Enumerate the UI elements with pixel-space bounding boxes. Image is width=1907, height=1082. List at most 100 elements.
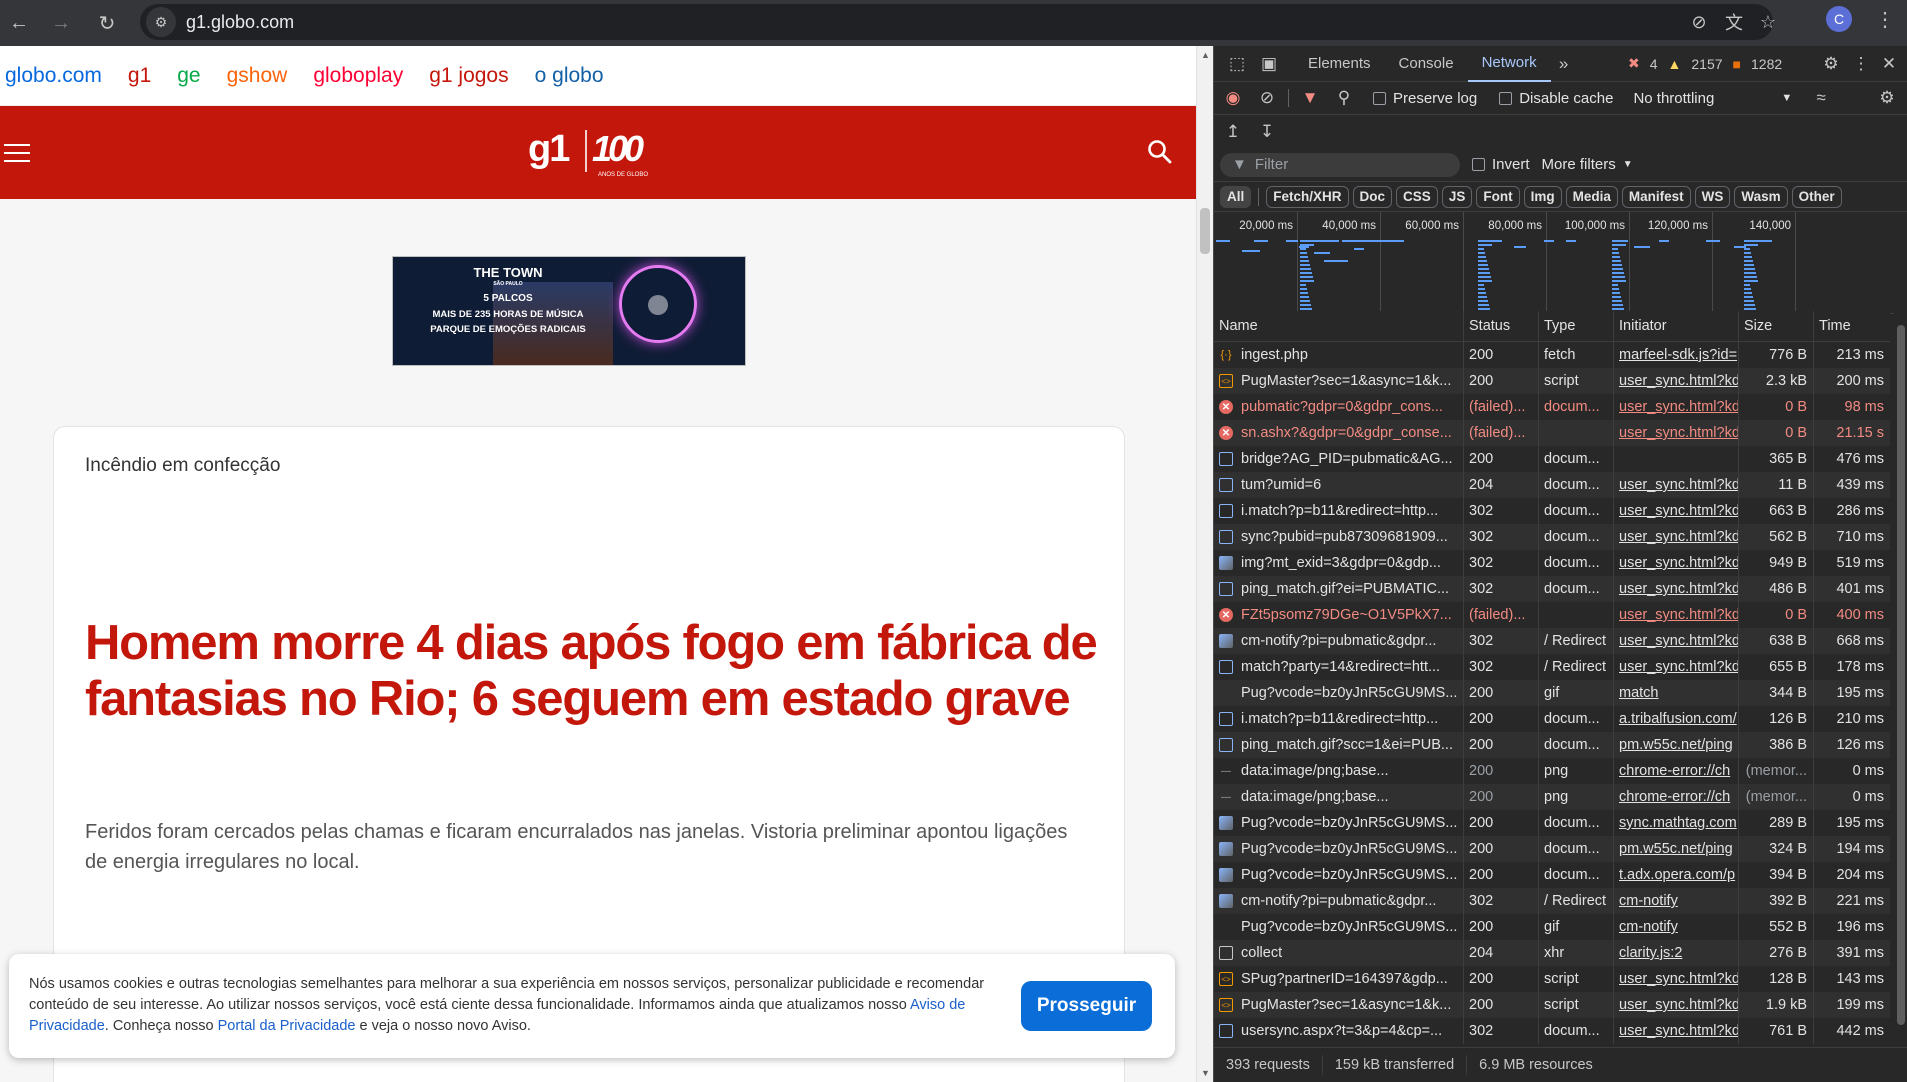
request-name-cell[interactable]: i.match?p=b11&redirect=http...: [1214, 498, 1464, 524]
search-icon[interactable]: ⚲: [1331, 85, 1357, 111]
table-row[interactable]: ✕ sn.ashx?&gdpr=0&gdpr_conse... (failed)..…: [1214, 420, 1890, 446]
checkbox-icon[interactable]: [1472, 158, 1485, 171]
column-size[interactable]: Size: [1739, 311, 1814, 341]
initiator-cell[interactable]: pm.w55c.net/ping: [1614, 836, 1739, 862]
column-status[interactable]: Status: [1464, 311, 1539, 341]
initiator-cell[interactable]: cm-notify: [1614, 914, 1739, 940]
initiator-cell[interactable]: t.adx.opera.com/p: [1614, 862, 1739, 888]
settings-gear-icon[interactable]: ⚙: [1818, 51, 1844, 77]
request-name-cell[interactable]: cm-notify?pi=pubmatic&gdpr...: [1214, 888, 1464, 914]
request-name-cell[interactable]: <> PugMaster?sec=1&async=1&k...: [1214, 992, 1464, 1018]
checkbox-icon[interactable]: [1373, 91, 1386, 105]
globo-nav-link[interactable]: gshow: [227, 64, 288, 88]
disable-cache-checkbox[interactable]: Disable cache: [1499, 90, 1613, 107]
import-har-icon[interactable]: ↥: [1220, 119, 1246, 145]
profile-avatar[interactable]: C: [1826, 6, 1852, 32]
globo-nav-link[interactable]: o globo: [535, 64, 604, 88]
request-name-cell[interactable]: cm-notify?pi=pubmatic&gdpr...: [1214, 628, 1464, 654]
request-name-cell[interactable]: bridge?AG_PID=pubmatic&AG...: [1214, 446, 1464, 472]
filter-funnel-icon[interactable]: ▼: [1297, 85, 1323, 111]
table-row[interactable]: cm-notify?pi=pubmatic&gdpr... 302/ Redire…: [1214, 888, 1890, 914]
request-name-cell[interactable]: — data:image/png;base...: [1214, 784, 1464, 810]
globo-nav-link[interactable]: ge: [177, 64, 200, 88]
initiator-cell[interactable]: user_sync.html?kd: [1614, 368, 1739, 394]
table-row[interactable]: collect 204 xhr clarity.js:2 276 B 391 ms: [1214, 940, 1890, 966]
request-name-cell[interactable]: <> SPug?partnerID=164397&gdp...: [1214, 966, 1464, 992]
initiator-cell[interactable]: user_sync.html?kd: [1614, 550, 1739, 576]
column-type[interactable]: Type: [1539, 311, 1614, 341]
type-filter-chip[interactable]: Wasm: [1734, 185, 1788, 208]
initiator-cell[interactable]: [1614, 446, 1739, 472]
initiator-cell[interactable]: user_sync.html?kd: [1614, 1018, 1739, 1044]
menu-icon[interactable]: ⋮: [1872, 6, 1898, 32]
network-overview-timeline[interactable]: 20,000 ms 40,000 ms 60,000 ms 80,000 ms 100,…: [1214, 212, 1907, 314]
request-name-cell[interactable]: Pug?vcode=bz0yJnR5cGU9MS...: [1214, 836, 1464, 862]
table-row[interactable]: Pug?vcode=bz0yJnR5cGU9MS... 200 gif cm-noti…: [1214, 914, 1890, 940]
initiator-cell[interactable]: match: [1614, 680, 1739, 706]
request-name-cell[interactable]: sync?pubid=pub87309681909...: [1214, 524, 1464, 550]
type-filter-chip[interactable]: All: [1220, 185, 1252, 208]
initiator-cell[interactable]: user_sync.html?kd: [1614, 472, 1739, 498]
type-filter-chip[interactable]: WS: [1694, 185, 1731, 208]
throttling-select[interactable]: No throttling ▼: [1633, 90, 1792, 107]
request-name-cell[interactable]: i.match?p=b11&redirect=http...: [1214, 706, 1464, 732]
hamburger-menu-icon[interactable]: [4, 144, 30, 162]
initiator-cell[interactable]: user_sync.html?kd: [1614, 654, 1739, 680]
initiator-cell[interactable]: sync.mathtag.com: [1614, 810, 1739, 836]
translate-icon[interactable]: 文: [1722, 10, 1746, 34]
request-name-cell[interactable]: ✕ pubmatic?gdpr=0&gdpr_cons...: [1214, 394, 1464, 420]
tab-console[interactable]: Console: [1385, 46, 1468, 82]
initiator-cell[interactable]: chrome-error://ch: [1614, 758, 1739, 784]
initiator-cell[interactable]: user_sync.html?kd: [1614, 602, 1739, 628]
tab-network[interactable]: Network: [1467, 46, 1551, 82]
privacy-portal-link[interactable]: Portal da Privacidade: [218, 1018, 356, 1034]
request-name-cell[interactable]: Pug?vcode=bz0yJnR5cGU9MS...: [1214, 862, 1464, 888]
request-name-cell[interactable]: ✕ FZt5psomz79DGe~O1V5PkX7...: [1214, 602, 1464, 628]
table-row[interactable]: bridge?AG_PID=pubmatic&AG... 200 docum... 3…: [1214, 446, 1890, 472]
type-filter-chip[interactable]: Manifest: [1621, 185, 1691, 208]
table-row[interactable]: tum?umid=6 204 docum... user_sync.html?kd 11…: [1214, 472, 1890, 498]
inspect-element-icon[interactable]: ⬚: [1224, 51, 1250, 77]
request-name-cell[interactable]: ping_match.gif?scc=1&ei=PUB...: [1214, 732, 1464, 758]
type-filter-chip[interactable]: Other: [1791, 185, 1842, 208]
back-icon[interactable]: ←: [4, 8, 34, 38]
filter-input[interactable]: ▼ Filter: [1220, 152, 1460, 177]
scroll-up-icon[interactable]: ▲: [1201, 50, 1210, 60]
more-filters-dropdown[interactable]: More filters ▼: [1542, 156, 1633, 173]
table-row[interactable]: sync?pubid=pub87309681909... 302 docum... u…: [1214, 524, 1890, 550]
type-filter-chip[interactable]: Font: [1476, 185, 1520, 208]
globo-nav-link[interactable]: globoplay: [313, 64, 403, 88]
request-name-cell[interactable]: img?mt_exid=3&gdpr=0&gdp...: [1214, 550, 1464, 576]
initiator-cell[interactable]: marfeel-sdk.js?id=: [1614, 342, 1739, 368]
record-icon[interactable]: ◉: [1220, 85, 1246, 111]
request-name-cell[interactable]: Pug?vcode=bz0yJnR5cGU9MS...: [1214, 914, 1464, 940]
column-initiator[interactable]: Initiator: [1614, 311, 1739, 341]
globo-nav-link[interactable]: g1 jogos: [429, 64, 508, 88]
type-filter-chip[interactable]: Doc: [1352, 185, 1393, 208]
star-icon[interactable]: ☆: [1756, 10, 1780, 34]
initiator-cell[interactable]: user_sync.html?kd: [1614, 498, 1739, 524]
initiator-cell[interactable]: user_sync.html?kd: [1614, 576, 1739, 602]
column-time[interactable]: Time: [1814, 311, 1890, 341]
devtools-menu-icon[interactable]: ⋮: [1848, 51, 1874, 77]
table-row[interactable]: ping_match.gif?ei=PUBMATIC... 302 docum...…: [1214, 576, 1890, 602]
table-row[interactable]: — data:image/png;base... 200 png chrome-erro…: [1214, 758, 1890, 784]
initiator-cell[interactable]: user_sync.html?kd: [1614, 524, 1739, 550]
initiator-cell[interactable]: a.tribalfusion.com/: [1614, 706, 1739, 732]
column-name[interactable]: Name: [1214, 311, 1464, 341]
page-scrollbar[interactable]: ▲ ▼: [1196, 46, 1213, 1082]
more-tabs-icon[interactable]: »: [1551, 51, 1577, 77]
request-name-cell[interactable]: {·} ingest.php: [1214, 342, 1464, 368]
request-name-cell[interactable]: — data:image/png;base...: [1214, 758, 1464, 784]
type-filter-chip[interactable]: Fetch/XHR: [1266, 185, 1349, 208]
table-row[interactable]: Pug?vcode=bz0yJnR5cGU9MS... 200 docum... t.…: [1214, 862, 1890, 888]
table-row[interactable]: usersync.aspx?t=3&p=4&cp=... 302 docum... u…: [1214, 1018, 1890, 1044]
table-row[interactable]: <> SPug?partnerID=164397&gdp... 200 script u…: [1214, 966, 1890, 992]
table-row[interactable]: i.match?p=b11&redirect=http... 302 docum..…: [1214, 498, 1890, 524]
request-name-cell[interactable]: collect: [1214, 940, 1464, 966]
request-name-cell[interactable]: ✕ sn.ashx?&gdpr=0&gdpr_conse...: [1214, 420, 1464, 446]
initiator-cell[interactable]: user_sync.html?kd: [1614, 992, 1739, 1018]
network-conditions-icon[interactable]: ≈: [1808, 85, 1834, 111]
url-text[interactable]: g1.globo.com: [186, 12, 294, 33]
table-row[interactable]: ✕ FZt5psomz79DGe~O1V5PkX7... (failed)... us…: [1214, 602, 1890, 628]
